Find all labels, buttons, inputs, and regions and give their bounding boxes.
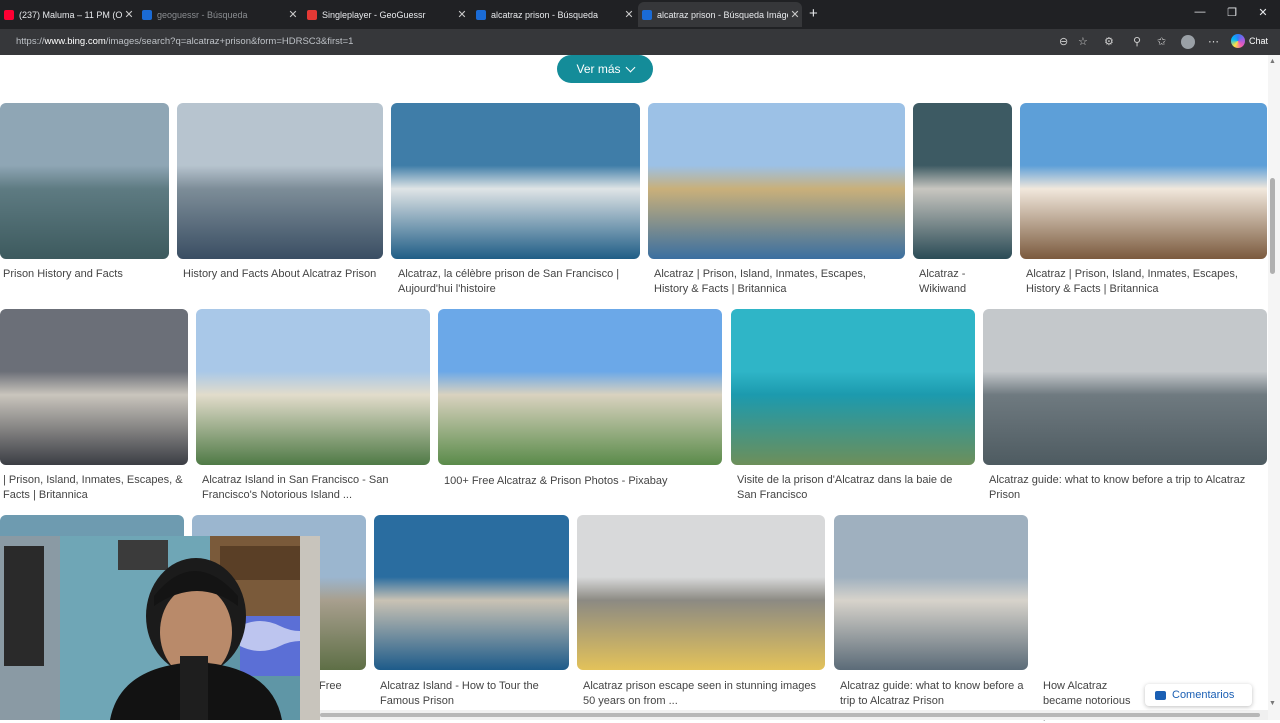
result-caption[interactable]: | Prison, Island, Inmates, Escapes, & Fa… [3, 473, 186, 502]
favorite-star-icon[interactable]: ☆ [1078, 35, 1088, 48]
tab-strip: (237) Maluma – 11 PM (Officia ✕ geoguess… [0, 0, 1280, 29]
tab-title: alcatraz prison - Búsqueda [491, 9, 599, 20]
result-caption[interactable]: Alcatraz - Wikiwand [919, 267, 1009, 296]
close-window-icon[interactable]: ✕ [1253, 6, 1273, 19]
webcam-feed [0, 536, 320, 720]
comments-button[interactable]: Comentarios [1145, 684, 1252, 706]
scrollbar-thumb[interactable] [1270, 178, 1275, 274]
result-caption[interactable]: Alcatraz guide: what to know before a tr… [989, 473, 1263, 502]
result-image-5[interactable] [913, 103, 1012, 259]
result-caption[interactable]: History and Facts About Alcatraz Prison [183, 267, 379, 282]
ver-mas-label: Ver más [576, 62, 621, 76]
profile-avatar[interactable] [1181, 35, 1195, 49]
result-caption[interactable]: Alcatraz, la célèbre prison de San Franc… [398, 267, 636, 296]
chat-label: Chat [1249, 36, 1269, 46]
result-caption[interactable]: Alcatraz Island - How to Tour the Famous… [380, 679, 566, 708]
result-image-7[interactable] [0, 309, 188, 465]
result-image-16[interactable] [834, 515, 1028, 670]
result-caption[interactable]: Visite de la prison d'Alcatraz dans la b… [737, 473, 971, 502]
result-image-2[interactable] [177, 103, 383, 259]
tab-alcatraz-search[interactable]: alcatraz prison - Búsqueda ✕ [472, 2, 636, 27]
scroll-up-icon[interactable]: ▲ [1269, 58, 1276, 65]
copilot-icon [1231, 34, 1245, 48]
vertical-scrollbar[interactable] [1268, 55, 1280, 720]
tab-title: geoguessr - Búsqueda [157, 9, 248, 20]
bing-icon [142, 9, 152, 20]
result-caption[interactable]: Alcatraz prison escape seen in stunning … [583, 679, 821, 708]
zoom-icon[interactable]: ⊖ [1059, 35, 1068, 48]
close-tab-icon[interactable]: ✕ [788, 8, 802, 21]
result-image-1[interactable] [0, 103, 169, 259]
tab-geoguessr-singleplayer[interactable]: Singleplayer - GeoGuessr ✕ [303, 2, 469, 27]
result-caption[interactable]: Alcatraz | Prison, Island, Inmates, Esca… [1026, 267, 1264, 296]
close-tab-icon[interactable]: ✕ [286, 8, 300, 21]
comment-bubble-icon [1155, 690, 1166, 700]
bing-icon [476, 9, 486, 20]
tab-title: Singleplayer - GeoGuessr [322, 9, 426, 20]
result-image-15[interactable] [577, 515, 825, 670]
url-path: /images/search?q=alcatraz+prison&form=HD… [105, 36, 354, 47]
close-tab-icon[interactable]: ✕ [455, 8, 469, 21]
url-domain: www.bing.com [44, 36, 106, 47]
close-tab-icon[interactable]: ✕ [122, 8, 136, 21]
result-image-10[interactable] [731, 309, 975, 465]
address-bar: https://www.bing.com/images/search?q=alc… [0, 29, 1280, 55]
result-image-8[interactable] [196, 309, 430, 465]
url-field[interactable]: https://www.bing.com/images/search?q=alc… [16, 36, 353, 47]
result-caption[interactable]: Alcatraz Island in San Francisco - San F… [202, 473, 426, 502]
comments-label: Comentarios [1172, 689, 1235, 701]
result-image-17[interactable] [1036, 515, 1267, 670]
tab-alcatraz-images[interactable]: alcatraz prison - Búsqueda Imágen ✕ [638, 2, 802, 27]
result-image-9[interactable] [438, 309, 722, 465]
result-caption[interactable]: 100+ Free Alcatraz & Prison Photos - Pix… [444, 474, 718, 489]
minimize-icon[interactable]: — [1190, 6, 1210, 18]
result-caption[interactable]: Prison History and Facts [3, 267, 169, 282]
result-image-4[interactable] [648, 103, 905, 259]
horizontal-scrollbar-thumb[interactable] [320, 713, 1260, 717]
tab-title: (237) Maluma – 11 PM (Officia [19, 9, 122, 20]
bing-icon [642, 9, 652, 20]
result-image-11[interactable] [983, 309, 1267, 465]
result-image-3[interactable] [391, 103, 640, 259]
tab-title: alcatraz prison - Búsqueda Imágen [657, 9, 788, 20]
copilot-chat-button[interactable]: Chat [1231, 34, 1268, 48]
tab-geoguessr-search[interactable]: geoguessr - Búsqueda ✕ [138, 2, 300, 27]
restore-icon[interactable]: ❐ [1222, 6, 1242, 19]
chevron-down-icon [625, 62, 635, 72]
favorites-bar-icon[interactable]: ✩ [1157, 35, 1166, 48]
close-tab-icon[interactable]: ✕ [622, 8, 636, 21]
result-image-14[interactable] [374, 515, 569, 670]
tab-maluma[interactable]: (237) Maluma – 11 PM (Officia ✕ [0, 2, 136, 27]
youtube-icon [4, 9, 14, 20]
result-caption[interactable]: Alcatraz guide: what to know before a tr… [840, 679, 1026, 708]
more-menu-icon[interactable]: ⋯ [1208, 35, 1219, 48]
result-caption[interactable]: Free [319, 679, 364, 694]
webcam-overlay [0, 536, 320, 720]
scroll-down-icon[interactable]: ▼ [1269, 700, 1276, 707]
result-caption[interactable]: Alcatraz | Prison, Island, Inmates, Esca… [654, 267, 902, 296]
ver-mas-button[interactable]: Ver más [557, 55, 653, 83]
horizontal-scrollbar[interactable] [300, 710, 1268, 720]
extension-icon[interactable]: ⚲ [1133, 35, 1141, 48]
result-image-6[interactable] [1020, 103, 1267, 259]
geoguessr-pin-icon [307, 9, 317, 20]
url-prefix: https:// [16, 36, 45, 47]
extensions-icon[interactable]: ⚙ [1104, 35, 1114, 48]
new-tab-icon[interactable]: + [809, 5, 818, 22]
